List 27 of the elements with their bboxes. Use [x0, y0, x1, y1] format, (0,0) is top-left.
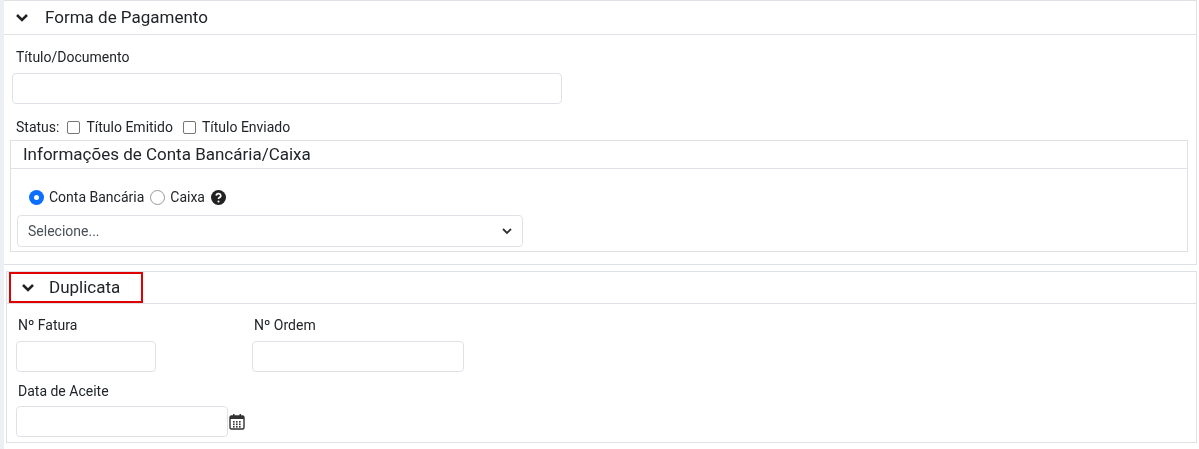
field-label: Nº Ordem	[253, 316, 317, 335]
section-title: Duplicata	[49, 275, 121, 299]
radio-button[interactable]	[29, 190, 44, 205]
text-input[interactable]	[252, 341, 464, 372]
field-label: Título/Documento	[15, 48, 131, 67]
field-label: Data de Aceite	[17, 382, 110, 401]
chevron-icon[interactable]	[15, 12, 29, 23]
radio-label: Caixa	[170, 188, 205, 207]
account-select[interactable]: Selecione...	[17, 215, 523, 247]
checkbox-label: Título Enviado	[201, 118, 291, 137]
checkbox-label: Título Emitido	[86, 118, 173, 137]
radio-label: Conta Bancária	[49, 188, 145, 207]
text-input[interactable]	[16, 341, 156, 372]
date-input[interactable]	[16, 406, 228, 437]
calendar-icon[interactable]	[229, 413, 245, 430]
field-label: Nº Fatura	[17, 316, 79, 335]
document-input[interactable]	[12, 73, 562, 104]
checkbox[interactable]	[67, 121, 81, 134]
radio-button[interactable]	[150, 190, 166, 205]
caret-icon	[502, 227, 512, 235]
section-header[interactable]: Duplicata	[9, 272, 143, 303]
chevron-icon[interactable]	[21, 282, 35, 293]
status-label: Status:	[16, 118, 60, 137]
help-icon[interactable]	[211, 190, 226, 205]
section-title: Forma de Pagamento	[45, 5, 208, 29]
checkbox[interactable]	[182, 121, 196, 134]
panel-title: Informações de Conta Bancária/Caixa	[23, 142, 311, 166]
